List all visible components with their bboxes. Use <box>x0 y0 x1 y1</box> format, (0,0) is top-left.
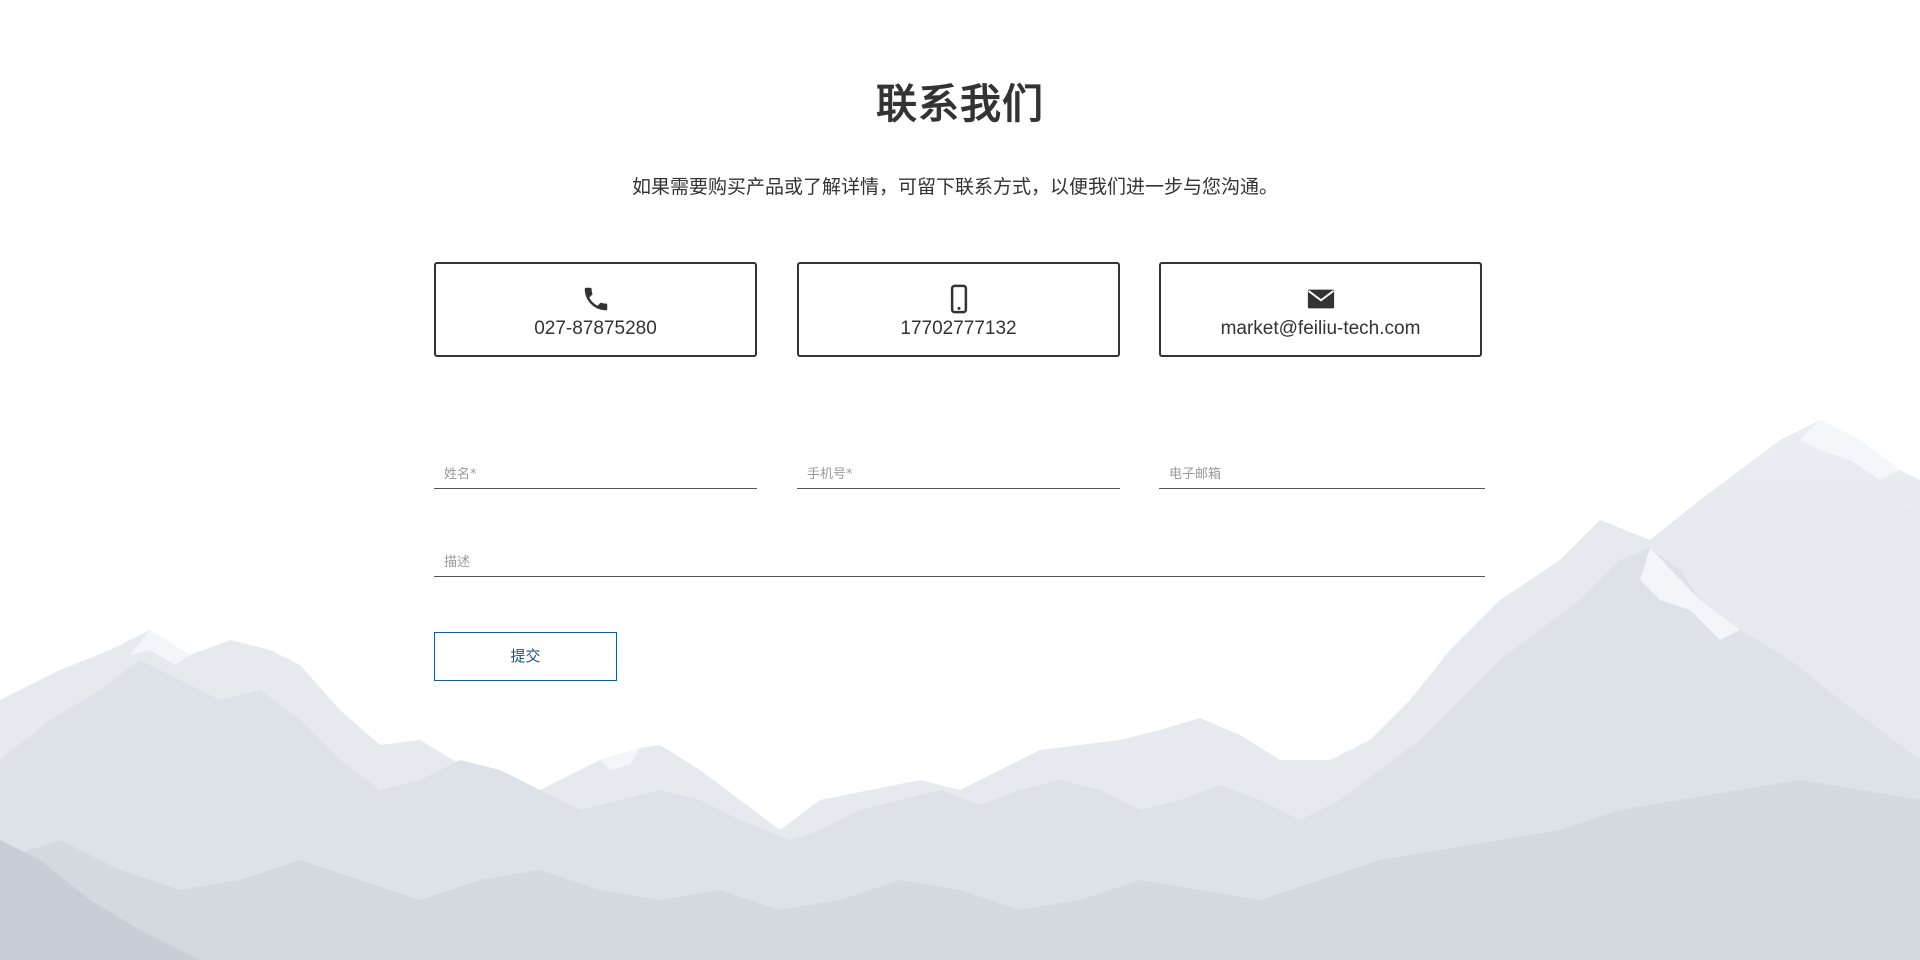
contact-card-mobile: 17702777132 <box>797 262 1120 357</box>
contact-page: 联系我们 如果需要购买产品或了解详情，可留下联系方式，以便我们进一步与您沟通。 … <box>0 0 1920 960</box>
contact-card-phone: 027-87875280 <box>434 262 757 357</box>
envelope-icon <box>1161 284 1480 314</box>
contact-phone-value: 027-87875280 <box>534 318 657 339</box>
submit-button[interactable]: 提交 <box>434 632 617 681</box>
description-input[interactable] <box>434 541 1485 576</box>
name-field-container <box>434 453 757 489</box>
email-input[interactable] <box>1159 453 1485 488</box>
description-field-container <box>434 541 1485 577</box>
mobile-phone-icon <box>799 284 1118 314</box>
phone-input[interactable] <box>797 453 1120 488</box>
contact-email-value: market@feiliu-tech.com <box>1220 318 1421 339</box>
contact-card-email: market@feiliu-tech.com <box>1159 262 1482 357</box>
phone-icon <box>436 284 755 314</box>
name-input[interactable] <box>434 453 757 488</box>
phone-field-container <box>797 453 1120 489</box>
contact-mobile-value: 17702777132 <box>900 318 1017 339</box>
email-field-container <box>1159 453 1485 489</box>
page-subtitle: 如果需要购买产品或了解详情，可留下联系方式，以便我们进一步与您沟通。 <box>631 176 1278 198</box>
page-title: 联系我们 <box>876 80 1044 128</box>
